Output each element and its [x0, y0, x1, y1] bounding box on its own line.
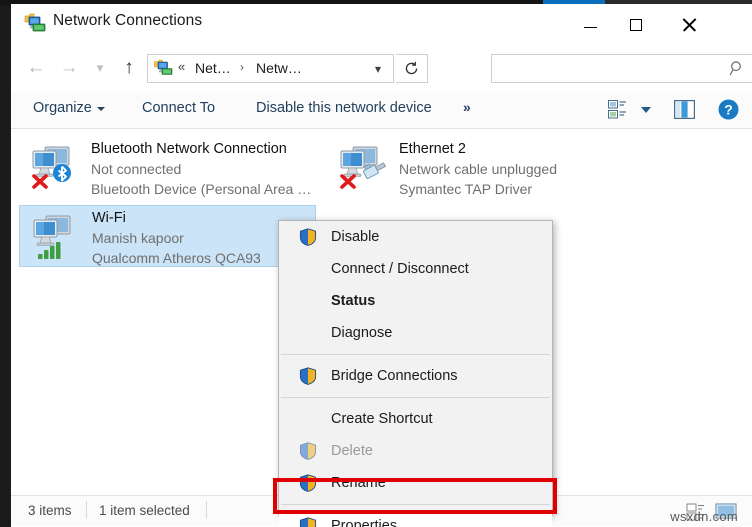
- command-toolbar: Organize Connect To Disable this network…: [11, 91, 752, 129]
- address-bar[interactable]: « Net… › Netw… ▾: [147, 54, 394, 83]
- menu-item-label: Disable: [331, 229, 380, 245]
- disable-network-device-button[interactable]: Disable this network device: [256, 100, 432, 116]
- shield-icon: [299, 442, 317, 460]
- shield-icon: [299, 517, 317, 527]
- shield-icon: [299, 228, 317, 246]
- network-connections-icon: [24, 13, 46, 33]
- breadcrumb-separator: ›: [240, 60, 244, 74]
- list-item-bluetooth-network-connection[interactable]: Bluetooth Network Connection Not connect…: [19, 137, 316, 199]
- menu-item-properties[interactable]: Properties: [279, 510, 552, 527]
- connection-device: Bluetooth Device (Personal Area …: [91, 181, 312, 197]
- menu-item-delete: Delete: [279, 435, 552, 467]
- address-bar-icon: [154, 59, 173, 77]
- status-selection: 1 item selected: [99, 503, 190, 518]
- window-title: Network Connections: [53, 12, 203, 29]
- minimize-icon: [583, 26, 597, 29]
- menu-item-rename[interactable]: Rename: [279, 467, 552, 499]
- forward-button[interactable]: →: [54, 53, 84, 83]
- up-button[interactable]: ↑: [114, 53, 144, 83]
- navigation-bar: ← → ▾ ↑ « Net… › Netw… ▾: [11, 45, 752, 91]
- menu-item-label: Rename: [331, 475, 386, 491]
- network-connections-window: Network Connections ← → ▾ ↑ « Net… › Net…: [0, 0, 752, 527]
- menu-item-label: Status: [331, 293, 376, 309]
- menu-separator: [281, 504, 550, 505]
- more-commands-button[interactable]: »: [463, 99, 471, 115]
- breadcrumb-segment-1[interactable]: Net…: [195, 60, 231, 76]
- connection-name: Bluetooth Network Connection: [91, 141, 287, 157]
- recent-locations-button[interactable]: ▾: [85, 53, 115, 83]
- menu-item-label: Bridge Connections: [331, 368, 458, 384]
- refresh-button[interactable]: [396, 54, 428, 83]
- network-adapter-wireless-icon: [30, 213, 82, 261]
- preview-pane-icon[interactable]: [674, 100, 695, 119]
- breadcrumb-overflow-chevron[interactable]: «: [178, 59, 185, 74]
- menu-item-disable[interactable]: Disable: [279, 221, 552, 253]
- menu-item-label: Properties: [331, 518, 398, 527]
- menu-item-diagnose[interactable]: Diagnose: [279, 317, 552, 349]
- title-bar: Network Connections: [11, 4, 752, 45]
- minimize-button[interactable]: [567, 8, 613, 41]
- connect-to-button[interactable]: Connect To: [142, 100, 215, 116]
- close-icon: [682, 17, 697, 32]
- chevron-down-icon[interactable]: ▾: [369, 61, 387, 77]
- shield-icon: [299, 474, 317, 492]
- help-button[interactable]: ?: [718, 99, 739, 120]
- status-divider: [206, 501, 207, 519]
- search-input[interactable]: [500, 55, 719, 84]
- status-item-count: 3 items: [28, 503, 72, 518]
- maximize-icon: [630, 18, 642, 31]
- menu-item-create-shortcut[interactable]: Create Shortcut: [279, 403, 552, 435]
- view-dropdown-caret-icon[interactable]: [641, 107, 651, 113]
- search-box[interactable]: [491, 54, 752, 84]
- window-left-edge: [0, 0, 11, 527]
- watermark: wsxdn.com: [670, 509, 738, 524]
- network-adapter-disconnected-ethernet-icon: [337, 144, 389, 192]
- back-button[interactable]: ←: [21, 53, 51, 83]
- menu-item-status[interactable]: Status: [279, 285, 552, 317]
- menu-separator: [281, 397, 550, 398]
- menu-item-connect-disconnect[interactable]: Connect / Disconnect: [279, 253, 552, 285]
- breadcrumb-segment-2[interactable]: Netw…: [256, 60, 302, 76]
- menu-item-bridge-connections[interactable]: Bridge Connections: [279, 360, 552, 392]
- menu-item-label: Connect / Disconnect: [331, 261, 469, 277]
- list-item-wi-fi[interactable]: Wi-Fi Manish kapoor Qualcomm Atheros QCA…: [19, 205, 316, 267]
- refresh-icon: [405, 61, 418, 75]
- network-adapter-disconnected-bluetooth-icon: [29, 144, 81, 192]
- list-item-text: Bluetooth Network Connection Not connect…: [91, 139, 311, 199]
- chevron-down-icon[interactable]: [97, 107, 105, 111]
- shield-icon: [299, 367, 317, 385]
- context-menu: Disable Connect / Disconnect Status Diag…: [278, 220, 553, 527]
- connection-status: Not connected: [91, 161, 182, 177]
- status-divider: [86, 501, 87, 519]
- list-item-text: Ethernet 2 Network cable unplugged Syman…: [399, 139, 619, 199]
- close-button[interactable]: [666, 8, 712, 41]
- connection-name: Ethernet 2: [399, 141, 466, 157]
- connection-device: Symantec TAP Driver: [399, 181, 533, 197]
- maximize-button[interactable]: [613, 8, 659, 41]
- view-options-icon[interactable]: [608, 100, 630, 119]
- menu-separator: [281, 354, 550, 355]
- menu-item-label: Diagnose: [331, 325, 393, 341]
- list-item-ethernet-2[interactable]: Ethernet 2 Network cable unplugged Syman…: [327, 137, 624, 199]
- connection-status: Network cable unplugged: [399, 161, 557, 177]
- organize-button[interactable]: Organize: [33, 100, 92, 116]
- svg-text:?: ?: [724, 101, 733, 117]
- search-icon[interactable]: [729, 60, 745, 77]
- menu-item-label: Delete: [331, 443, 373, 459]
- menu-item-label: Create Shortcut: [331, 411, 433, 427]
